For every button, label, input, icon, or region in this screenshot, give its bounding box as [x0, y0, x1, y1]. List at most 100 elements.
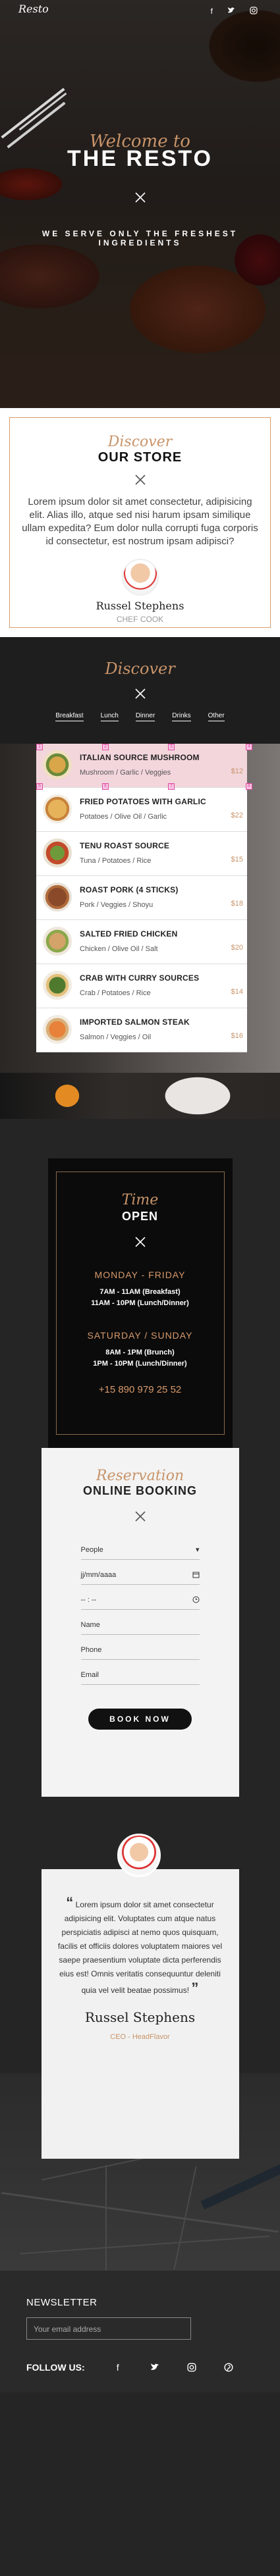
menu-item-ingredients: Salmon / Veggies / Oil [80, 1033, 152, 1041]
tab-lunch[interactable]: Lunch [100, 712, 119, 721]
menu-item[interactable]: ROAST PORK (4 STICKS) Pork / Veggies / Sh… [36, 876, 247, 920]
email-field[interactable]: Email [80, 1665, 200, 1685]
menu-item-price: $15 [231, 856, 243, 863]
cutlery-icon [16, 473, 264, 486]
testimonial-card: “ Lorem ipsum dolor sit amet consectetur… [41, 1869, 239, 2159]
newsletter-section: NEWSLETTER Your email address FOLLOW US:… [0, 2271, 280, 2392]
facebook-icon[interactable]: f [99, 2362, 136, 2373]
menu-item[interactable]: FRIED POTATOES WITH GARLIC Potatoes / Oli… [36, 788, 247, 832]
hero-overlay [0, 0, 280, 408]
testimonial-name: Russel Stephens [84, 2009, 196, 2025]
menu-item[interactable]: IMPORTED SALMON STEAK Salmon / Veggies / … [36, 1008, 247, 1052]
newsletter-title: NEWSLETTER [26, 2297, 98, 2308]
facebook-icon[interactable]: f [211, 7, 213, 16]
newsletter-email-input[interactable]: Your email address [26, 2317, 191, 2340]
cutlery-icon [63, 1235, 217, 1249]
menu-item-ingredients: Crab / Potatoes / Rice [80, 989, 151, 997]
menu-item-price: $12 [231, 767, 243, 775]
people-select-value: People [80, 1545, 103, 1554]
hours-frame: Time OPEN MONDAY - FRIDAY 7AM - 11AM (Br… [55, 1172, 225, 1435]
follow-us: FOLLOW US: f [26, 2362, 254, 2373]
menu-item-price: $18 [231, 900, 243, 908]
menu-item-ingredients: Tuna / Potatoes / Rice [80, 857, 152, 865]
store-description: Lorem ipsum dolor sit amet consectetur, … [22, 496, 258, 547]
store-section: Discover OUR STORE Lorem ipsum dolor sit… [0, 408, 280, 637]
twitter-icon[interactable] [227, 7, 235, 16]
menu-item-price: $14 [231, 988, 243, 996]
tab-other[interactable]: Other [208, 712, 225, 721]
testimonial-text: “ Lorem ipsum dolor sit amet consectetur… [57, 1895, 223, 1997]
menu-item[interactable]: SALTED FRIED CHICKEN Chicken / Olive Oil … [36, 920, 247, 964]
menu-item-name: IMPORTED SALMON STEAK [80, 1018, 190, 1027]
dish-image [43, 838, 72, 867]
store-script-title: Discover [107, 434, 173, 450]
menu-item-name: SALTED FRIED CHICKEN [80, 929, 178, 939]
dish-image [43, 971, 72, 1000]
tab-breakfast[interactable]: Breakfast [55, 712, 84, 721]
weekday-hours-line: 7AM - 11AM (Breakfast) [99, 1288, 181, 1296]
selection-handle: 1 [36, 744, 43, 750]
tab-drinks[interactable]: Drinks [172, 712, 191, 721]
map-river [200, 2156, 280, 2210]
weekend-hours-line: 1PM - 10PM (Lunch/Dinner) [93, 1360, 187, 1368]
reservation-script-title: Reservation [96, 1468, 184, 1484]
selection-handle: 2 [102, 744, 109, 750]
name-placeholder: Name [80, 1620, 100, 1629]
menu-item-name: ROAST PORK (4 STICKS) [80, 885, 179, 894]
header-social: f [211, 7, 258, 16]
instagram-icon[interactable] [250, 7, 258, 16]
weekday-hours-line: 11AM - 10PM (Lunch/Dinner) [91, 1299, 189, 1307]
cutlery-icon [61, 1510, 219, 1523]
dish-image [43, 750, 72, 779]
menu-item-ingredients: Pork / Veggies / Shoyu [80, 901, 154, 909]
menu-item[interactable]: TENU ROAST SOURCE Tuna / Potatoes / Rice … [36, 832, 247, 876]
pinterest-icon[interactable] [210, 2363, 247, 2372]
phone-number[interactable]: +15 890 979 25 52 [63, 1384, 217, 1395]
selection-handle: 4 [246, 744, 252, 750]
book-now-button[interactable]: BOOK NOW [88, 1709, 192, 1730]
dish-image [43, 794, 72, 823]
menu-item-name: ITALIAN SOURCE MUSHROOM [80, 753, 200, 762]
brand-logo[interactable]: Resto [18, 3, 49, 15]
menu-item-price: $20 [231, 944, 243, 952]
chef-avatar [121, 559, 159, 596]
menu-item-ingredients: Potatoes / Olive Oil / Garlic [80, 813, 167, 821]
hero-section: Resto f Welcome to THE RESTO WE SERVE ON… [0, 0, 280, 408]
open-quote-icon: “ [66, 1894, 74, 1911]
menu-tabs: Breakfast Lunch Dinner Drinks Other [0, 712, 280, 721]
email-placeholder: Email [80, 1670, 99, 1679]
time-field[interactable]: -- : -- [80, 1590, 200, 1610]
chef-role: CHEF COOK [116, 615, 164, 624]
phone-field[interactable]: Phone [80, 1640, 200, 1660]
map-road [105, 2165, 107, 2271]
hours-script-title: Time [121, 1192, 159, 1208]
menu-item-name: TENU ROAST SOURCE [80, 841, 170, 850]
name-field[interactable]: Name [80, 1615, 200, 1635]
follow-us-label: FOLLOW US: [26, 2362, 85, 2373]
store-card: Discover OUR STORE Lorem ipsum dolor sit… [9, 417, 271, 628]
weekend-hours-line: 8AM - 1PM (Brunch) [105, 1349, 175, 1356]
store-title: OUR STORE [98, 450, 182, 465]
menu-item-price: $22 [231, 811, 243, 819]
selection-handle: 3 [168, 744, 175, 750]
dish-image [43, 927, 72, 956]
testimonial-section: “ Lorem ipsum dolor sit amet consectetur… [0, 1797, 280, 2159]
twitter-icon[interactable] [136, 2363, 173, 2372]
menu-item[interactable]: CRAB WITH CURRY SOURCES Crab / Potatoes /… [36, 964, 247, 1008]
menu-item-ingredients: Chicken / Olive Oil / Salt [80, 945, 158, 953]
clock-icon [192, 1596, 200, 1603]
cutlery-icon [0, 687, 280, 700]
hero-title: THE RESTO [67, 146, 213, 171]
people-select[interactable]: People ▾ [80, 1540, 200, 1560]
instagram-icon[interactable] [173, 2363, 210, 2372]
menu-item[interactable]: ITALIAN SOURCE MUSHROOM Mushroom / Garlic… [36, 744, 252, 790]
close-quote-icon: ” [191, 1980, 199, 1996]
menu-item-price: $16 [231, 1032, 243, 1040]
food-photo-strip [0, 1073, 280, 1119]
tab-dinner[interactable]: Dinner [135, 712, 155, 721]
date-placeholder: jj/mm/aaaa [80, 1570, 117, 1579]
menu-background: ITALIAN SOURCE MUSHROOM Mushroom / Garlic… [0, 744, 280, 1119]
date-field[interactable]: jj/mm/aaaa [80, 1565, 200, 1585]
chef-name: Russel Stephens [96, 600, 184, 612]
weekend-label: SATURDAY / SUNDAY [87, 1330, 193, 1341]
